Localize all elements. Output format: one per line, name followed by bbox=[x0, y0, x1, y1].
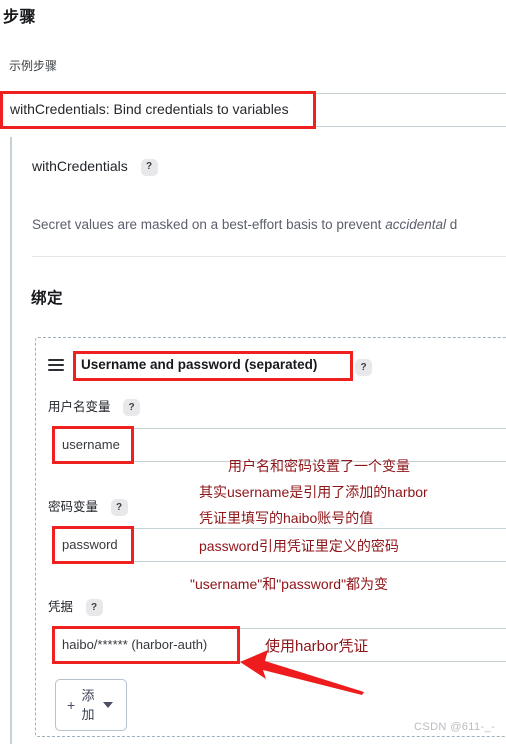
password-variable-label: 密码变量 ? bbox=[48, 496, 128, 517]
add-button[interactable]: + 添加 bbox=[55, 679, 127, 731]
username-variable-label-text: 用户名变量 bbox=[48, 400, 111, 414]
page-title: 步骤 bbox=[3, 9, 37, 26]
description-italic: accidental bbox=[385, 217, 446, 232]
step-selector[interactable]: withCredentials: Bind credentials to var… bbox=[0, 93, 506, 127]
binding-heading: 绑定 bbox=[31, 290, 64, 307]
hamburger-bar bbox=[48, 359, 64, 361]
with-credentials-description: Secret values are masked on a best-effor… bbox=[32, 217, 457, 232]
description-suffix: d bbox=[446, 217, 458, 232]
description-prefix: Secret values are masked on a best-effor… bbox=[32, 217, 386, 232]
with-credentials-title-text: withCredentials bbox=[32, 158, 128, 174]
credential-label-text: 凭据 bbox=[48, 600, 74, 614]
section-divider bbox=[32, 256, 506, 257]
caret-down-icon[interactable] bbox=[103, 702, 113, 708]
help-icon[interactable]: ? bbox=[355, 359, 372, 376]
hamburger-bar bbox=[48, 363, 64, 366]
binding-kind-label: Username and password (separated) bbox=[81, 357, 318, 372]
help-icon[interactable]: ? bbox=[123, 399, 140, 417]
add-button-label: 添加 bbox=[81, 688, 95, 722]
hamburger-bar bbox=[48, 368, 64, 371]
section-left-rule bbox=[10, 137, 12, 744]
username-variable-label: 用户名变量 ? bbox=[48, 396, 140, 417]
annotation-note: "username"和"password"都为变 bbox=[190, 576, 389, 592]
sample-steps-label: 示例步骤 bbox=[9, 59, 58, 73]
annotation-note: 凭证里填写的haibo账号的值 bbox=[199, 510, 374, 526]
annotation-note: 用户名和密码设置了一个变量 bbox=[228, 458, 410, 474]
help-icon[interactable]: ? bbox=[110, 499, 128, 517]
annotation-arrow-icon bbox=[240, 650, 364, 695]
hamburger-icon[interactable] bbox=[48, 359, 64, 371]
help-icon[interactable]: ? bbox=[140, 158, 158, 176]
password-variable-label-text: 密码变量 bbox=[48, 500, 99, 514]
plus-icon: + bbox=[67, 697, 76, 713]
credential-label: 凭据 ? bbox=[48, 596, 103, 617]
help-icon[interactable]: ? bbox=[85, 599, 103, 617]
watermark: CSDN @611-_- bbox=[414, 721, 496, 733]
annotation-note: 其实username是引用了添加的harbor bbox=[199, 484, 428, 500]
step-selector-value: withCredentials: Bind credentials to var… bbox=[10, 101, 289, 117]
annotation-note: password引用凭证里定义的密码 bbox=[199, 538, 399, 554]
with-credentials-title: withCredentials ? bbox=[32, 158, 158, 176]
